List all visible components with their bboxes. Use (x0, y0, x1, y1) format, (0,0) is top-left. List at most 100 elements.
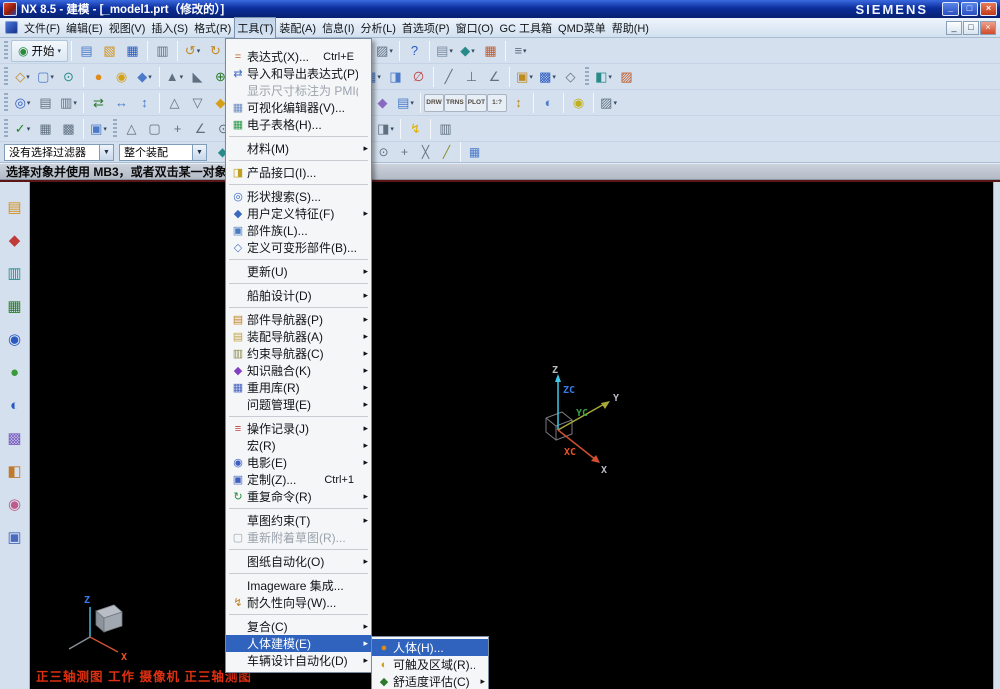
menu-item-human-modeling[interactable]: 人体建模(E) ▸ (226, 635, 371, 652)
manufacturing-wizard-icon[interactable]: ◧ (4, 460, 26, 482)
menu-item-material[interactable]: 材料(M) ▸ (226, 140, 371, 157)
part-navigator-icon[interactable]: ▥ (4, 262, 26, 284)
block-icon[interactable]: ◆ ▾ (133, 66, 156, 88)
new-part-icon[interactable]: ▤ (75, 40, 98, 62)
menu-item-durability-wizard[interactable]: ↯ 耐久性向导(W)... (226, 594, 371, 611)
selection-scope-combo[interactable]: 整个装配 ▼ (119, 143, 207, 161)
menu-item-macro[interactable]: 宏(R) ▸ (226, 437, 371, 454)
reuse-library-icon[interactable]: ▦ (4, 295, 26, 317)
material-display-icon[interactable]: ◐ (537, 92, 560, 114)
menu-item-constraint-navigator[interactable]: ▥ 约束导航器(C) ▸ (226, 345, 371, 362)
grid-snap-icon[interactable]: ▦ (464, 143, 485, 162)
visualization-icon[interactable]: ◉ (567, 92, 590, 114)
menu-item-knowledge-fusion[interactable]: ◆ 知识融合(K) ▸ (226, 362, 371, 379)
menu-item-drawing-automation[interactable]: 图纸自动化(O) ▸ (226, 553, 371, 570)
datum-csys-icon[interactable]: ⊥ (460, 66, 483, 88)
menu-item-update[interactable]: 更新(U) ▸ (226, 263, 371, 280)
snap-center-icon[interactable]: ⊙ (373, 143, 394, 162)
menubar-item-6[interactable]: 工具(T) (234, 16, 277, 39)
menu-item-sketch-constraints[interactable]: 草图约束(T) ▸ (226, 512, 371, 529)
toolbar-grip[interactable] (113, 119, 117, 138)
menu-item-ship-design[interactable]: 船舶设计(D) ▸ (226, 287, 371, 304)
menu-item-deformable-part[interactable]: ◇ 定义可变形部件(B)... (226, 239, 371, 256)
hole-icon[interactable]: ⊙ (57, 66, 80, 88)
menu-item-import-export-expressions[interactable]: ⇄ 导入和导出表达式(P) (226, 65, 371, 82)
drawing-chip[interactable]: DRW (424, 93, 444, 112)
toolbar-grip[interactable] (4, 67, 8, 86)
rectangle-icon[interactable]: ▢ (143, 118, 166, 140)
toolbar-grip[interactable] (585, 67, 589, 86)
help-icon[interactable]: ? (403, 40, 426, 62)
menu-item-assembly-navigator[interactable]: ▤ 装配导航器(A) ▸ (226, 328, 371, 345)
snap-diag-icon[interactable]: ╱ (436, 143, 457, 162)
scale-chip[interactable]: 1:? (487, 93, 508, 112)
analysis-icon[interactable]: ▨ (615, 66, 638, 88)
menubar-item-4[interactable]: 插入(S) (148, 17, 191, 39)
selection-filter-combo[interactable]: 没有选择过滤器 ▼ (4, 143, 114, 161)
snap-grid-icon[interactable]: ▩ (57, 118, 80, 140)
display-mode-icon[interactable]: ◆ ▾ (456, 40, 479, 62)
zoom-icon[interactable]: ▥ ▾ (57, 92, 80, 114)
menu-item-imageware-integration[interactable]: Imageware 集成... (226, 577, 371, 594)
menubar-item-3[interactable]: 视图(V) (106, 17, 149, 39)
menubar-item-9[interactable]: 分析(L) (357, 17, 398, 39)
menu-item-human-body[interactable]: ● 人体(H)... (372, 639, 488, 656)
close-button[interactable]: × (980, 2, 997, 16)
hd3d-tools-icon[interactable]: ◉ (4, 328, 26, 350)
plot-chip[interactable]: PLOT (465, 93, 488, 112)
expressions-icon[interactable]: ▣ ▾ (513, 66, 536, 88)
system-scenes-icon[interactable]: ▣ (4, 526, 26, 548)
open-icon[interactable]: ▧ (98, 40, 121, 62)
process-studio-icon[interactable]: ▩ (4, 427, 26, 449)
menu-item-expressions[interactable]: = 表达式(X)... Ctrl+E (226, 48, 371, 65)
cylinder-icon[interactable]: ◉ (110, 66, 133, 88)
module-icon[interactable]: ▩ ▾ (536, 66, 559, 88)
menu-item-composites[interactable]: 复合(C) ▸ (226, 618, 371, 635)
menu-item-vehicle-design-automation[interactable]: 车辆设计自动化(D) ▸ (226, 652, 371, 669)
mdi-close-button[interactable]: × (980, 20, 996, 35)
sphere-icon[interactable]: ● (87, 66, 110, 88)
menu-item-reuse-library[interactable]: ▦ 重用库(R) ▸ (226, 379, 371, 396)
menu-item-part-families[interactable]: ▣ 部件族(L)... (226, 222, 371, 239)
sketch-icon[interactable]: ▢ ▾ (34, 66, 57, 88)
object-display-icon[interactable]: ▤ ▾ (394, 92, 417, 114)
menu-item-product-interface[interactable]: ◨ 产品接口(I)... (226, 164, 371, 181)
chevron-down-icon[interactable]: ▼ (192, 144, 206, 160)
undo-icon[interactable]: ↺ ▾ (181, 40, 204, 62)
document-icon[interactable] (5, 21, 18, 34)
menu-item-user-defined-feature[interactable]: ◆ 用户定义特征(F) ▸ (226, 205, 371, 222)
chevron-down-icon[interactable]: ▼ (99, 144, 113, 160)
menu-item-spreadsheet[interactable]: ▦ 电子表格(H)... (226, 116, 371, 133)
roles-icon[interactable]: ◉ (4, 493, 26, 515)
menu-item-journal[interactable]: ≡ 操作记录(J) ▸ (226, 420, 371, 437)
orient-view-icon[interactable]: ◎ ▾ (11, 92, 34, 114)
perspective-icon[interactable]: ↕ (133, 92, 156, 114)
wireframe-icon[interactable]: △ (163, 92, 186, 114)
redo-icon[interactable]: ↻ (204, 40, 227, 62)
menubar-item-11[interactable]: 窗口(O) (453, 17, 497, 39)
mirror-feature-icon[interactable]: ◨ (384, 66, 407, 88)
wcs-triad[interactable]: Z ZC Y YC XC X (500, 362, 630, 477)
toolbar-grip[interactable] (4, 93, 8, 112)
fit-view-icon[interactable]: ▤ (34, 92, 57, 114)
graphics-window[interactable]: Z ZC Y YC XC X Z X 正三轴测图 工作 摄像机 正三轴测图 (30, 182, 993, 689)
point-icon[interactable]: ∠ (483, 66, 506, 88)
revolve-icon[interactable]: ◣ (186, 66, 209, 88)
snap-plus-icon[interactable]: + (394, 143, 415, 162)
shaded-icon[interactable]: ▽ (186, 92, 209, 114)
history-icon[interactable]: ◐ (4, 394, 26, 416)
menu-item-customize[interactable]: ▣ 定制(Z)... Ctrl+1 (226, 471, 371, 488)
menu-item-issue-management[interactable]: 问题管理(E) ▸ (226, 396, 371, 413)
role-palette-icon[interactable]: ◨ ▾ (374, 118, 397, 140)
menubar-item-14[interactable]: 帮助(H) (609, 17, 652, 39)
wcs-orient-icon[interactable]: ◆ (371, 92, 394, 114)
menubar-item-12[interactable]: GC 工具箱 (496, 17, 555, 39)
pan-icon[interactable]: ⇄ (87, 92, 110, 114)
menu-item-part-navigator[interactable]: ▤ 部件导航器(P) ▸ (226, 311, 371, 328)
menubar-item-7[interactable]: 装配(A) (276, 17, 319, 39)
menu-item-repeat-command[interactable]: ↻ 重复命令(R) ▸ (226, 488, 371, 505)
menubar-item-1[interactable]: 文件(F) (21, 17, 63, 39)
snap-cross-icon[interactable]: ╳ (415, 143, 436, 162)
mdi-restore-button[interactable]: □ (963, 20, 979, 35)
menubar-item-8[interactable]: 信息(I) (319, 17, 357, 39)
